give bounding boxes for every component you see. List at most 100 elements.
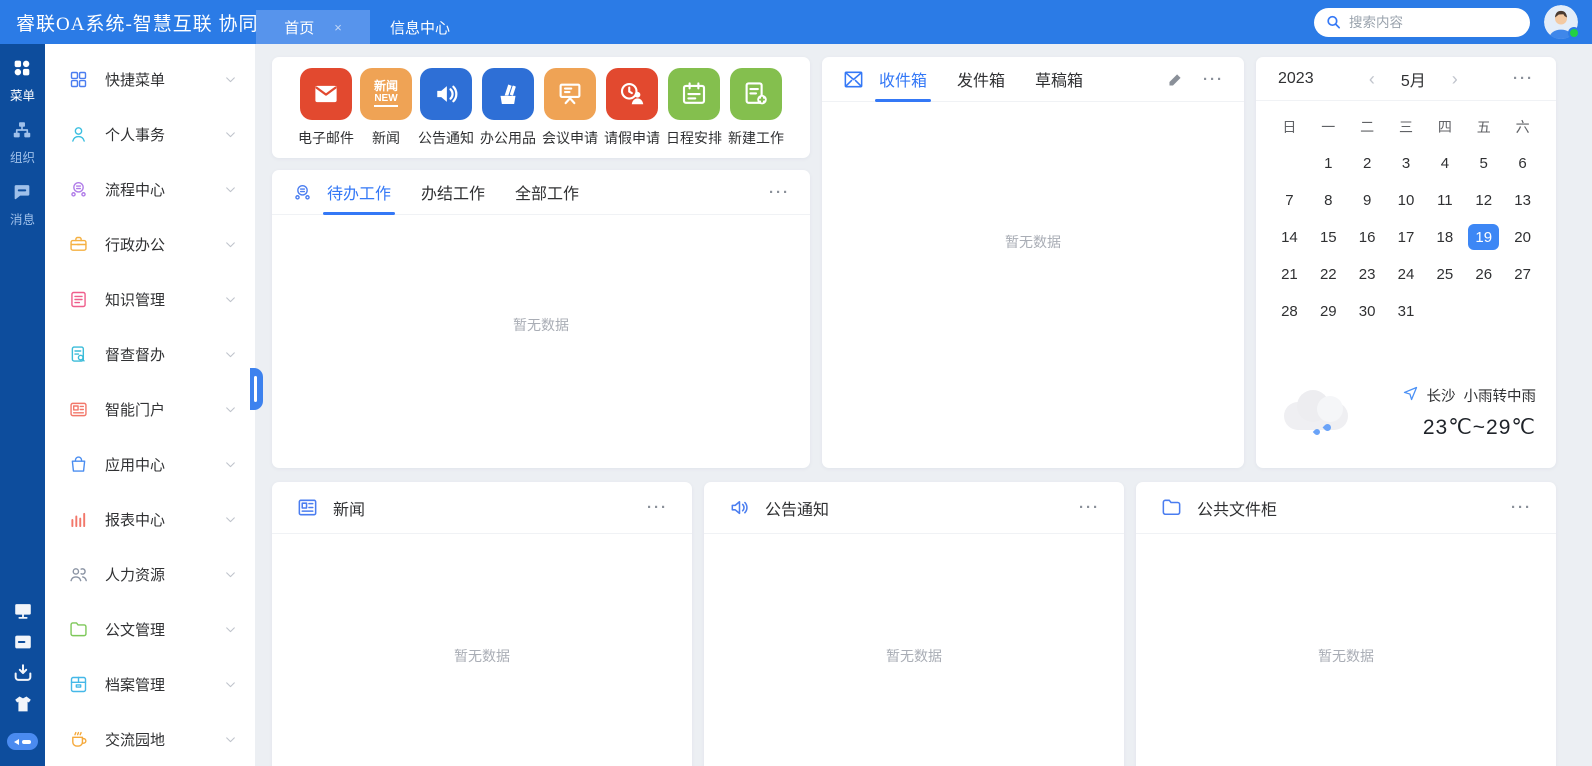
work-more-button[interactable]: ··· [769, 184, 790, 201]
calendar-day-25[interactable]: 25 [1425, 261, 1464, 287]
calendar-day-4[interactable]: 4 [1425, 150, 1464, 176]
quick-tile-办公用品[interactable]: 办公用品 [480, 68, 536, 148]
mail-tab-草稿箱[interactable]: 草稿箱 [1035, 57, 1083, 101]
calendar-day-18[interactable]: 18 [1425, 224, 1464, 250]
quick-tile-请假申请[interactable]: 请假申请 [604, 68, 660, 148]
calendar-day-5[interactable]: 5 [1464, 150, 1503, 176]
sidebar-item-交流园地[interactable]: 交流园地 [45, 712, 255, 766]
calendar-day-12[interactable]: 12 [1464, 187, 1503, 213]
chevron-down-icon [224, 238, 237, 251]
newstile-icon: 新闻NEW [360, 68, 412, 120]
sidebar-item-label: 督查督办 [105, 344, 224, 365]
quick-tile-会议申请[interactable]: 会议申请 [542, 68, 598, 148]
chevron-down-icon [224, 403, 237, 416]
calendar-day-30[interactable]: 30 [1348, 298, 1387, 324]
work-panel-header: 待办工作办结工作全部工作 ··· [272, 170, 810, 215]
sidebar-item-档案管理[interactable]: 档案管理 [45, 657, 255, 712]
compose-pencil-icon[interactable] [1166, 70, 1185, 89]
leavetile-icon [606, 68, 658, 120]
sidebar-item-流程中心[interactable]: 流程中心 [45, 162, 255, 217]
calendar-day-14[interactable]: 14 [1270, 224, 1309, 250]
calendar-day-22[interactable]: 22 [1309, 261, 1348, 287]
rail-item-chat[interactable]: 消息 [10, 181, 35, 228]
sidebar-item-个人事务[interactable]: 个人事务 [45, 107, 255, 162]
tab-label: 首页 [284, 17, 314, 38]
rail-item-apps[interactable]: 菜单 [10, 57, 35, 104]
sidebar-item-应用中心[interactable]: 应用中心 [45, 437, 255, 492]
quick-tile-电子邮件[interactable]: 电子邮件 [298, 68, 354, 148]
weekday-label: 五 [1464, 117, 1503, 137]
weekday-label: 二 [1348, 117, 1387, 137]
panel-more-button[interactable]: ··· [1079, 499, 1100, 516]
rail-item-org[interactable]: 组织 [10, 119, 35, 166]
calendar-day-3[interactable]: 3 [1387, 150, 1426, 176]
mail-more-button[interactable]: ··· [1203, 71, 1224, 88]
calendar-day-21[interactable]: 21 [1270, 261, 1309, 287]
quick-tile-新闻[interactable]: 新闻NEW新闻 [360, 68, 412, 148]
panel-header: 公告通知··· [704, 482, 1124, 534]
shirt-icon[interactable] [12, 693, 34, 715]
calendar-weekday-row: 日一二三四五六 [1256, 101, 1556, 139]
quick-tile-公告通知[interactable]: 公告通知 [418, 68, 474, 148]
calendar-day-15[interactable]: 15 [1309, 224, 1348, 250]
download-icon[interactable] [12, 662, 34, 684]
sidebar-item-知识管理[interactable]: 知识管理 [45, 272, 255, 327]
calendar-day-13[interactable]: 13 [1503, 187, 1542, 213]
calendar-day-11[interactable]: 11 [1425, 187, 1464, 213]
calendar-day-6[interactable]: 6 [1503, 150, 1542, 176]
calendar-day-7[interactable]: 7 [1270, 187, 1309, 213]
mail-tab-发件箱[interactable]: 发件箱 [957, 57, 1005, 101]
sidebar-item-快捷菜单[interactable]: 快捷菜单 [45, 52, 255, 107]
sidebar-item-行政办公[interactable]: 行政办公 [45, 217, 255, 272]
docsearch-icon [68, 344, 90, 366]
calendar-day-20[interactable]: 20 [1503, 224, 1542, 250]
calendar-day-28[interactable]: 28 [1270, 298, 1309, 324]
calendar-day-31[interactable]: 31 [1387, 298, 1426, 324]
tab-close-icon[interactable]: × [334, 20, 342, 35]
panel-more-button[interactable]: ··· [647, 499, 668, 516]
calendar-more-button[interactable]: ··· [1513, 70, 1534, 87]
calendar-day-9[interactable]: 9 [1348, 187, 1387, 213]
sidebar-item-报表中心[interactable]: 报表中心 [45, 492, 255, 547]
search-box[interactable] [1314, 8, 1530, 37]
workflow-icon [292, 182, 313, 203]
calendar-day-29[interactable]: 29 [1309, 298, 1348, 324]
next-month-button[interactable]: › [1452, 70, 1458, 88]
menu-collapse-handle[interactable] [250, 368, 263, 410]
avatar[interactable] [1544, 5, 1578, 39]
calendar-day-23[interactable]: 23 [1348, 261, 1387, 287]
sidebar-item-label: 快捷菜单 [105, 69, 224, 90]
weekday-label: 一 [1309, 117, 1348, 137]
quick-tile-新建工作[interactable]: 新建工作 [728, 68, 784, 148]
calendar-day-10[interactable]: 10 [1387, 187, 1426, 213]
calendar-day-26[interactable]: 26 [1464, 261, 1503, 287]
calendar-day-19[interactable]: 19 [1464, 224, 1503, 250]
prev-month-button[interactable]: ‹ [1369, 70, 1375, 88]
calendar-day-2[interactable]: 2 [1348, 150, 1387, 176]
topbar-tab[interactable]: 首页 × [256, 10, 370, 44]
card-icon[interactable] [12, 631, 34, 653]
sidebar-item-督查督办[interactable]: 督查督办 [45, 327, 255, 382]
search-input[interactable] [1314, 8, 1530, 37]
panel-empty-state: 暂无数据 [272, 534, 692, 666]
monitor-icon[interactable] [12, 600, 34, 622]
main-content: 电子邮件新闻NEW新闻公告通知办公用品会议申请请假申请日程安排新建工作 待办工作… [255, 44, 1592, 766]
calendar-day-17[interactable]: 17 [1387, 224, 1426, 250]
work-tab-待办工作[interactable]: 待办工作 [327, 170, 391, 214]
calendar-day-27[interactable]: 27 [1503, 261, 1542, 287]
sidebar-item-智能门户[interactable]: 智能门户 [45, 382, 255, 437]
quick-tile-日程安排[interactable]: 日程安排 [666, 68, 722, 148]
sidebar-item-人力资源[interactable]: 人力资源 [45, 547, 255, 602]
rail-collapse-toggle[interactable] [7, 733, 38, 750]
search-icon [1325, 14, 1342, 31]
sidebar-item-公文管理[interactable]: 公文管理 [45, 602, 255, 657]
calendar-day-24[interactable]: 24 [1387, 261, 1426, 287]
topbar-tab[interactable]: 信息中心 [370, 10, 470, 44]
calendar-day-16[interactable]: 16 [1348, 224, 1387, 250]
calendar-day-1[interactable]: 1 [1309, 150, 1348, 176]
panel-more-button[interactable]: ··· [1511, 499, 1532, 516]
work-tab-办结工作[interactable]: 办结工作 [421, 170, 485, 214]
mail-tab-收件箱[interactable]: 收件箱 [879, 57, 927, 101]
work-tab-全部工作[interactable]: 全部工作 [515, 170, 579, 214]
calendar-day-8[interactable]: 8 [1309, 187, 1348, 213]
